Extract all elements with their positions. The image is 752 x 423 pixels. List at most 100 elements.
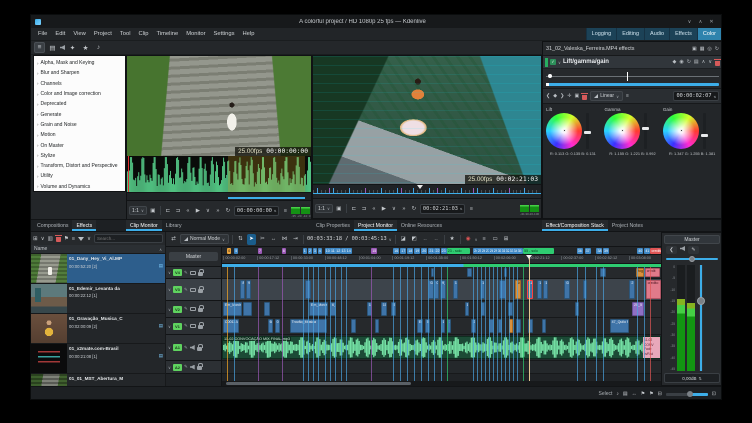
spacer-tool-icon[interactable]: ↔ <box>269 234 278 245</box>
mix-clips-icon[interactable]: ‥ <box>432 234 441 245</box>
forward-icon[interactable]: » <box>214 208 222 214</box>
timeline-clip[interactable]: Em_Movime <box>309 302 328 316</box>
playhead-caret[interactable] <box>417 185 423 192</box>
slider-handle[interactable] <box>701 134 708 137</box>
hamburger-menu-icon[interactable]: ≡ <box>34 42 45 53</box>
mixer-title[interactable]: Master <box>664 235 720 244</box>
center-keyframe-icon[interactable]: ✛ <box>567 93 571 99</box>
play-menu-icon[interactable]: ∨ <box>204 208 212 214</box>
keyframe-ruler[interactable] <box>543 69 722 89</box>
guide-chip[interactable]: 1 <box>303 248 307 254</box>
split-audio-icon[interactable]: ◪ <box>399 234 408 245</box>
guide-chip[interactable]: 3 <box>313 248 317 254</box>
effects-category-alpha-mask-and-keying[interactable]: ›Alpha, Mask and Keying <box>34 58 125 68</box>
track-head-a2[interactable]: ∨A2✎ <box>166 361 221 374</box>
project-monitor-timecode[interactable]: 00:02:21:03⇅ <box>420 204 466 214</box>
zoom-out-icon[interactable]: ⊟ <box>658 391 662 397</box>
timeline-clip[interactable] <box>489 319 494 333</box>
preview-render-icon[interactable]: ▭ <box>491 234 500 245</box>
monitor-icon[interactable] <box>190 271 196 275</box>
clip-monitor-timecode[interactable]: 00:00:00:00⇅ <box>234 206 280 216</box>
timeline-clip[interactable]: C0011.MP <box>223 319 239 333</box>
guide-chip[interactable]: 4 <box>318 248 322 254</box>
master-effects-icon[interactable]: ✎ <box>688 246 699 254</box>
menu-clip[interactable]: Clip <box>135 28 153 40</box>
clip-monitor-zoom-select[interactable]: 1:1∨ <box>129 206 147 215</box>
timeline-clip[interactable] <box>542 319 547 333</box>
timeline-clip[interactable]: 15 <box>465 302 469 316</box>
timeline-clip[interactable]: 11 <box>367 302 372 316</box>
timeline-clip[interactable]: 2 <box>471 319 475 333</box>
track-lane-a1[interactable]: 11-02 CONVOCAÇÃO MIX FINAL.mp311-02 CONV… <box>222 335 661 361</box>
thumbnail-toggle-icon[interactable]: ▤ <box>623 391 628 397</box>
timeline-clip[interactable] <box>431 268 435 277</box>
slider-knob[interactable] <box>697 297 705 305</box>
timeline-clip[interactable]: 02 <box>564 280 570 299</box>
mute-master-icon[interactable] <box>680 246 685 251</box>
spinner-icon[interactable]: ⇅ <box>274 208 276 213</box>
effects-category-motion[interactable]: ›Motion <box>34 130 125 140</box>
menu-monitor[interactable]: Monitor <box>182 28 209 40</box>
monitor-tab-library[interactable]: Library <box>162 220 186 231</box>
bin-name-header[interactable]: Name ∧ <box>31 245 165 254</box>
rewind-icon[interactable]: « <box>184 208 192 214</box>
timeline-clip[interactable] <box>467 268 472 277</box>
guide-chip[interactable]: 35 <box>517 248 523 254</box>
collapse-mixer-icon[interactable]: ❮ <box>666 246 677 254</box>
timeline-clip[interactable]: 6m <box>268 319 274 333</box>
timeline-clip[interactable]: 2 <box>629 280 634 299</box>
monitor-config-icon[interactable]: ▣ <box>335 206 343 212</box>
menu-edit[interactable]: Edit <box>51 28 69 40</box>
show-keyframes-icon[interactable]: ◎ <box>707 46 711 52</box>
chevron-down-icon[interactable]: ∨ <box>389 237 392 242</box>
overwrite-edit-icon[interactable]: ‥ <box>421 234 430 245</box>
filter-icon[interactable] <box>78 237 84 241</box>
insert-track-icon[interactable]: ◩ <box>410 234 419 245</box>
timeline-clip[interactable]: Trovão_Musica <box>290 319 328 333</box>
zoom-fit-icon[interactable]: ⊡ <box>712 391 716 397</box>
timeline-clip[interactable]: 16 <box>441 319 446 333</box>
record-icon[interactable]: ◉ <box>464 234 473 245</box>
proxy-icon[interactable]: ✦ <box>67 42 78 53</box>
lock-icon[interactable] <box>198 308 203 312</box>
keyframe-dot[interactable] <box>548 74 552 78</box>
track-head-v3[interactable]: ∨V3✎ <box>166 279 221 301</box>
effect-row[interactable]: ✓ ∨ Lift/gamma/gain ◆◉↻▤∧∨ <box>543 56 722 69</box>
timeline-master-button[interactable]: Master <box>169 252 218 261</box>
menu-view[interactable]: View <box>69 28 89 40</box>
wheel-picker-dot[interactable] <box>680 129 683 132</box>
track-tag[interactable]: A2 <box>173 364 182 371</box>
mixer-db-spinbox[interactable]: 0,00dB ⇅ <box>664 373 720 383</box>
timeline-clip[interactable]: 8 <box>240 280 245 299</box>
timeline-tracks-area[interactable]: 65781234101112131415161718192021222323 -… <box>222 247 661 386</box>
timeline-clip[interactable] <box>508 302 513 316</box>
slider-knob[interactable] <box>689 256 695 262</box>
favorites-icon[interactable]: ★ <box>80 42 91 53</box>
effects-category-grain-and-noise[interactable]: ›Grain and Noise <box>34 120 125 130</box>
timeline-clip[interactable]: Em <box>417 319 423 333</box>
timeline-clip[interactable] <box>516 319 521 333</box>
speaker-icon[interactable] <box>190 365 195 370</box>
timeline-pen-icon[interactable]: ✎ <box>184 345 188 351</box>
slip-tool-icon[interactable]: ⋈ <box>280 234 289 245</box>
effects-category-utility[interactable]: ›Utility <box>34 171 125 181</box>
effects-category-blur-and-sharpen[interactable]: ›Blur and Sharpen <box>34 68 125 78</box>
timeline-clip[interactable] <box>305 280 310 299</box>
clip-monitor-ruler[interactable] <box>127 192 311 200</box>
track-lane-a2[interactable] <box>222 361 661 374</box>
timeline-clip[interactable]: 5 <box>391 302 395 316</box>
audio-mix-icon[interactable]: ♪ <box>616 391 619 397</box>
timeline-pen-icon[interactable]: ✎ <box>184 323 188 329</box>
show-subtitles-icon[interactable]: ⊞ <box>502 234 511 245</box>
bin-item[interactable]: 01_Edemir_Levanta da00:00:22:12 [1] <box>31 284 165 314</box>
workspace-tab-color[interactable]: Color <box>697 28 721 40</box>
timeline-audio-clip[interactable]: 11-02 CONVOCAÇÃO MIX FINAL.mp311-02 CONV… <box>222 336 661 359</box>
speaker-icon[interactable] <box>60 45 65 50</box>
add-clip-caret-icon[interactable]: ∨ <box>41 236 45 242</box>
project-monitor-video[interactable]: 25.00fps 00:02:21:03 <box>313 56 541 184</box>
ripple-tool-icon[interactable]: ⇥ <box>291 234 300 245</box>
effects-category-on-master[interactable]: ›On Master <box>34 140 125 150</box>
project-monitor-zoom-select[interactable]: 1:1∨ <box>315 204 333 213</box>
delete-icon[interactable] <box>56 237 61 242</box>
timeline-pen-icon[interactable]: ✎ <box>184 270 188 276</box>
